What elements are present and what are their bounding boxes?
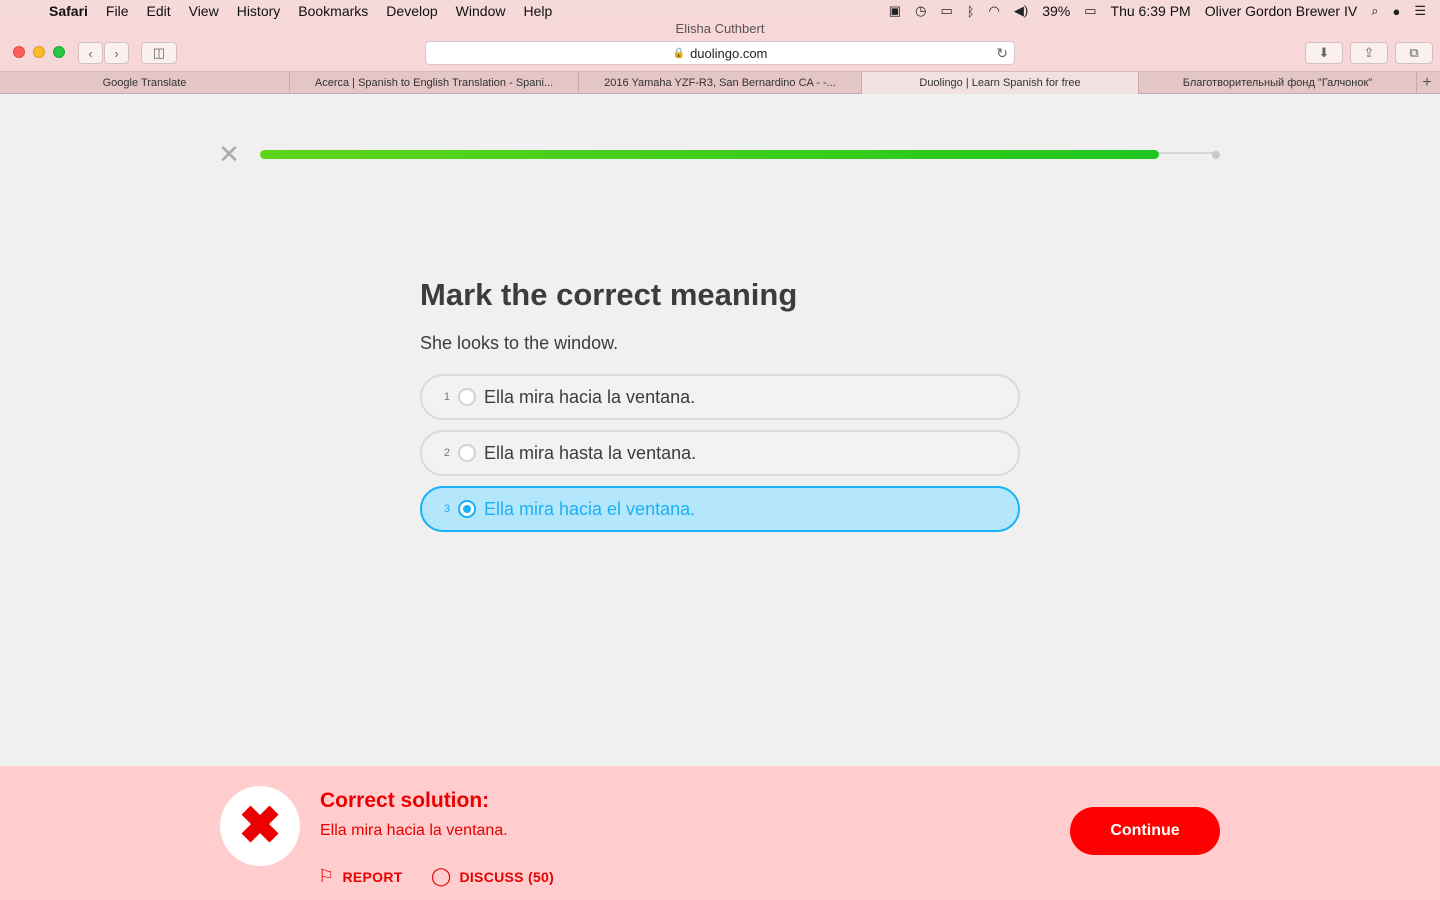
clock[interactable]: Thu 6:39 PM	[1111, 3, 1191, 19]
menu-window[interactable]: Window	[447, 3, 515, 19]
menu-develop[interactable]: Develop	[377, 3, 446, 19]
menu-bar: Safari File Edit View History Bookmarks …	[0, 0, 1440, 22]
answer-option-3[interactable]: 3 Ella mira hacia el ventana.	[420, 486, 1020, 532]
report-button[interactable]: ⚐ REPORT	[318, 866, 403, 887]
discuss-label: DISCUSS (50)	[459, 868, 555, 885]
radio-button[interactable]	[458, 388, 476, 406]
menu-bookmarks[interactable]: Bookmarks	[289, 3, 377, 19]
answer-option-1[interactable]: 1 Ella mira hacia la ventana.	[420, 374, 1020, 420]
spotlight-search-icon[interactable]: ⌕	[1371, 3, 1378, 19]
share-button[interactable]: ⇪	[1350, 42, 1388, 64]
new-tab-icon[interactable]: +	[1417, 72, 1437, 93]
progress-bar-fill	[260, 150, 1159, 159]
menu-view[interactable]: View	[180, 3, 228, 19]
close-lesson-icon[interactable]: ✕	[218, 141, 240, 167]
download-icon: ⬇	[1318, 45, 1330, 60]
option-text: Ella mira hasta la ventana.	[484, 442, 697, 463]
challenge-title: Mark the correct meaning	[420, 277, 798, 312]
progress-end-dot	[1212, 151, 1220, 159]
challenge-prompt: She looks to the window.	[420, 333, 619, 353]
discuss-button[interactable]: ◯ DISCUSS (50)	[431, 866, 554, 887]
bluetooth-icon[interactable]: ᛒ	[967, 4, 975, 19]
tab-overview-button[interactable]: ⧉	[1395, 42, 1433, 64]
chevron-left-icon: ‹	[88, 45, 93, 61]
battery-percentage: 39%	[1042, 3, 1071, 19]
notification-center-icon[interactable]: ☰	[1414, 3, 1426, 19]
chevron-right-icon: ›	[114, 45, 119, 61]
time-machine-icon[interactable]: ◷	[915, 3, 926, 19]
option-number: 1	[443, 391, 450, 403]
volume-icon[interactable]: ◀)	[1014, 3, 1028, 19]
forward-button[interactable]: ›	[104, 42, 129, 64]
tab-bar: Google Translate Acerca | Spanish to Eng…	[0, 72, 1440, 94]
option-number: 3	[443, 503, 450, 515]
feedback-panel: ✖ Correct solution: Ella mira hacia la v…	[0, 766, 1440, 900]
minimize-window-button[interactable]	[33, 46, 45, 58]
feedback-title: Correct solution:	[320, 789, 490, 812]
share-icon: ⇪	[1363, 45, 1375, 60]
option-text: Ella mira hacia el ventana.	[484, 498, 696, 519]
tab-galchonok[interactable]: Благотворительный фонд "Галчонок"	[1139, 72, 1417, 94]
user-name[interactable]: Oliver Gordon Brewer IV	[1205, 3, 1358, 19]
sidebar-icon: ◫	[152, 45, 166, 60]
siri-icon[interactable]: ●	[1392, 4, 1400, 19]
url-text: duolingo.com	[690, 45, 768, 61]
answer-option-2[interactable]: 2 Ella mira hasta la ventana.	[420, 430, 1020, 476]
option-number: 2	[443, 447, 450, 459]
browser-toolbar: Elisha Cuthbert ‹ › ◫ 🔒 duolingo.com ↻ ⬇…	[0, 22, 1440, 72]
close-window-button[interactable]	[13, 46, 25, 58]
tab-duolingo[interactable]: Duolingo | Learn Spanish for free	[862, 72, 1139, 94]
incorrect-icon: ✖	[220, 786, 300, 866]
option-text: Ella mira hacia la ventana.	[484, 386, 696, 407]
window-title: Elisha Cuthbert	[675, 24, 765, 34]
continue-button[interactable]: Continue	[1070, 807, 1220, 855]
menu-app-safari[interactable]: Safari	[40, 3, 97, 19]
menu-file[interactable]: File	[97, 3, 138, 19]
menu-edit[interactable]: Edit	[137, 3, 179, 19]
sidebar-toggle-button[interactable]: ◫	[141, 42, 177, 64]
back-button[interactable]: ‹	[78, 42, 103, 64]
correct-solution-text: Ella mira hacia la ventana.	[320, 822, 508, 839]
radio-button[interactable]	[458, 500, 476, 518]
fullscreen-window-button[interactable]	[53, 46, 65, 58]
wifi-icon[interactable]: ◠	[989, 3, 1000, 19]
flag-icon: ⚐	[318, 866, 335, 886]
address-bar[interactable]: 🔒 duolingo.com ↻	[425, 41, 1015, 65]
report-label: REPORT	[342, 868, 403, 885]
radio-button[interactable]	[458, 444, 476, 462]
tabs-icon: ⧉	[1409, 45, 1419, 60]
tab-google-translate[interactable]: Google Translate	[0, 72, 290, 94]
speech-bubble-icon: ◯	[431, 866, 452, 886]
downloads-button[interactable]: ⬇	[1305, 42, 1343, 64]
menu-history[interactable]: History	[228, 3, 290, 19]
tab-yamaha[interactable]: 2016 Yamaha YZF-R3, San Bernardino CA - …	[579, 72, 862, 94]
battery-icon[interactable]: ▭	[1084, 3, 1096, 19]
tab-acerca[interactable]: Acerca | Spanish to English Translation …	[290, 72, 579, 94]
lock-icon: 🔒	[672, 47, 686, 59]
menu-help[interactable]: Help	[514, 3, 561, 19]
airplay-icon[interactable]: ▭	[940, 3, 952, 19]
screen-recording-icon[interactable]: ▣	[889, 3, 901, 19]
status-area: ▣ ◷ ▭ ᛒ ◠ ◀) 39% ▭ Thu 6:39 PM Oliver Go…	[889, 0, 1426, 22]
reload-icon[interactable]: ↻	[996, 45, 1008, 62]
